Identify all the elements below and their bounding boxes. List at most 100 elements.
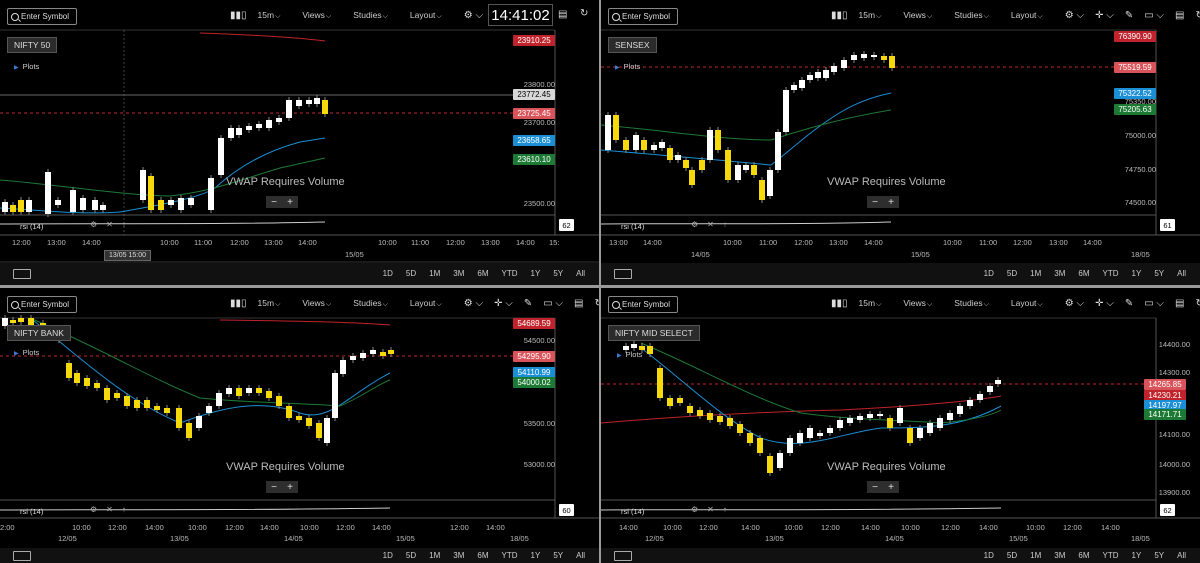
range-6m-button[interactable]: 6M [1078, 551, 1089, 560]
close-icon[interactable]: ✕ [707, 220, 723, 229]
range-5d-button[interactable]: 5D [406, 551, 416, 560]
range-5y-button[interactable]: 5Y [553, 269, 563, 278]
keyboard-icon[interactable] [614, 269, 632, 279]
price-axis-label: 74500.00 [1124, 198, 1156, 207]
gear-icon[interactable]: ⚙ [90, 505, 106, 514]
chart-panel-niftymidselect[interactable]: Enter Symbol ▮▮▯ 15m⌵ Views⌵ Studies⌵ La… [601, 288, 1200, 563]
range-1m-button[interactable]: 1M [429, 551, 440, 560]
study-controls[interactable]: ⚙✕↑ [691, 220, 736, 229]
range-3m-button[interactable]: 3M [1054, 551, 1065, 560]
date-tick: 18/05 [1131, 250, 1150, 259]
rsi-label[interactable]: rsi (14) [20, 222, 43, 231]
range-3m-button[interactable]: 3M [1054, 269, 1065, 278]
range-3m-button[interactable]: 3M [453, 269, 464, 278]
arrow-up-icon[interactable]: ↑ [723, 505, 736, 514]
range-6m-button[interactable]: 6M [477, 269, 488, 278]
plots-toggle[interactable]: Plots [615, 62, 641, 71]
time-tick: 12:00 [446, 238, 465, 247]
candle-body [807, 75, 813, 80]
range-ytd-button[interactable]: YTD [1103, 551, 1119, 560]
range-3m-button[interactable]: 3M [453, 551, 464, 560]
zoom-in-button[interactable]: + [888, 197, 894, 208]
rsi-label[interactable]: rsi (14) [20, 507, 43, 516]
plots-toggle[interactable]: Plots [617, 350, 643, 359]
zoom-out-button[interactable]: − [271, 197, 277, 208]
range-5y-button[interactable]: 5Y [1154, 269, 1164, 278]
rsi-label[interactable]: rsi (14) [621, 507, 644, 516]
zoom-in-button[interactable]: + [287, 482, 293, 493]
study-controls[interactable]: ⚙✕↑ [90, 505, 135, 514]
range-1d-button[interactable]: 1D [383, 269, 393, 278]
time-tick: 12:00 [794, 238, 813, 247]
price-box-ema-green: 23610.10 [513, 154, 555, 165]
plots-toggle[interactable]: Plots [14, 348, 40, 357]
range-ytd-button[interactable]: YTD [502, 551, 518, 560]
zoom-in-button[interactable]: + [888, 482, 894, 493]
study-controls[interactable]: ⚙✕↑ [90, 220, 135, 229]
chart-panel-nifty50[interactable]: Enter Symbol ▮▮▯ 15m⌵ Views⌵ Studies⌵ La… [0, 0, 599, 285]
range-all-button[interactable]: All [576, 269, 585, 278]
range-1d-button[interactable]: 1D [984, 269, 994, 278]
symbol-label[interactable]: NIFTY MID SELECT [608, 325, 700, 341]
zoom-out-button[interactable]: − [872, 197, 878, 208]
close-icon[interactable]: ✕ [106, 220, 122, 229]
keyboard-icon[interactable] [13, 551, 31, 561]
range-5d-button[interactable]: 5D [1007, 551, 1017, 560]
keyboard-icon[interactable] [13, 269, 31, 279]
range-1m-button[interactable]: 1M [1030, 551, 1041, 560]
range-6m-button[interactable]: 6M [1078, 269, 1089, 278]
range-1d-button[interactable]: 1D [383, 551, 393, 560]
close-icon[interactable]: ✕ [707, 505, 723, 514]
symbol-label[interactable]: NIFTY BANK [7, 325, 71, 341]
range-1m-button[interactable]: 1M [429, 269, 440, 278]
range-all-button[interactable]: All [576, 551, 585, 560]
price-chart-svg[interactable] [0, 288, 599, 563]
range-ytd-button[interactable]: YTD [1103, 269, 1119, 278]
gear-icon[interactable]: ⚙ [691, 505, 707, 514]
range-all-button[interactable]: All [1177, 269, 1186, 278]
candle-body [10, 205, 16, 212]
time-tick: 10:00 [300, 523, 319, 532]
rsi-label[interactable]: rsi (14) [621, 222, 644, 231]
zoom-control[interactable]: − + [266, 481, 298, 493]
panel-divider-vertical[interactable] [599, 0, 601, 563]
zoom-out-button[interactable]: − [872, 482, 878, 493]
date-tick: 13/05 [765, 534, 784, 543]
range-1y-button[interactable]: 1Y [1132, 269, 1142, 278]
plots-toggle[interactable]: Plots [14, 62, 40, 71]
symbol-label[interactable]: NIFTY 50 [7, 37, 58, 53]
gear-icon[interactable]: ⚙ [90, 220, 106, 229]
panel-divider-horizontal[interactable] [0, 285, 1200, 288]
candle-body [94, 383, 100, 388]
keyboard-icon[interactable] [614, 551, 632, 561]
close-icon[interactable]: ✕ [106, 505, 122, 514]
range-1y-button[interactable]: 1Y [531, 551, 541, 560]
candle-body [633, 135, 639, 150]
candle-body [18, 318, 24, 322]
chart-panel-sensex[interactable]: Enter Symbol ▮▮▯ 15m⌵ Views⌵ Studies⌵ La… [601, 0, 1200, 285]
range-1y-button[interactable]: 1Y [1132, 551, 1142, 560]
arrow-up-icon[interactable]: ↑ [122, 505, 135, 514]
range-6m-button[interactable]: 6M [477, 551, 488, 560]
range-5y-button[interactable]: 5Y [1154, 551, 1164, 560]
range-1d-button[interactable]: 1D [984, 551, 994, 560]
zoom-control[interactable]: − + [266, 196, 298, 208]
zoom-out-button[interactable]: − [271, 482, 277, 493]
range-ytd-button[interactable]: YTD [502, 269, 518, 278]
gear-icon[interactable]: ⚙ [691, 220, 707, 229]
zoom-control[interactable]: − + [867, 196, 899, 208]
range-all-button[interactable]: All [1177, 551, 1186, 560]
zoom-control[interactable]: − + [867, 481, 899, 493]
candle-body [124, 396, 130, 406]
range-5d-button[interactable]: 5D [406, 269, 416, 278]
range-5y-button[interactable]: 5Y [553, 551, 563, 560]
range-5d-button[interactable]: 5D [1007, 269, 1017, 278]
arrow-up-icon[interactable]: ↑ [723, 220, 736, 229]
range-1m-button[interactable]: 1M [1030, 269, 1041, 278]
arrow-up-icon[interactable]: ↑ [122, 220, 135, 229]
zoom-in-button[interactable]: + [287, 197, 293, 208]
range-1y-button[interactable]: 1Y [531, 269, 541, 278]
symbol-label[interactable]: SENSEX [608, 37, 657, 53]
study-controls[interactable]: ⚙✕↑ [691, 505, 736, 514]
chart-panel-niftybank[interactable]: Enter Symbol ▮▮▯ 15m⌵ Views⌵ Studies⌵ La… [0, 288, 599, 563]
